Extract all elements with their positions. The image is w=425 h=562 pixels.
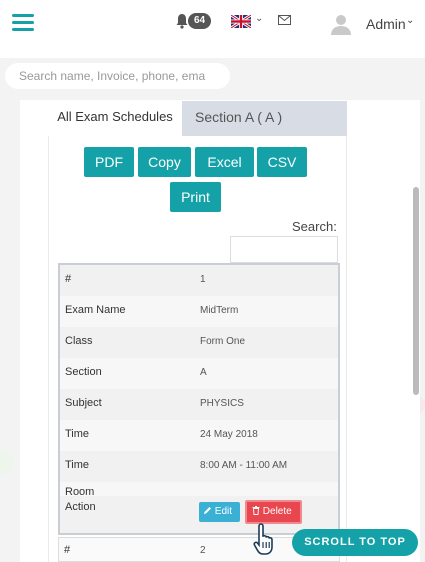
row-key: # — [64, 544, 71, 556]
pencil-icon — [204, 507, 211, 514]
chevron-down-icon[interactable]: ⌄ — [255, 13, 263, 24]
row-key: Room — [65, 486, 95, 496]
notification-badge[interactable]: 64 — [188, 13, 212, 29]
delete-label: Delete — [262, 506, 292, 517]
table-row: Exam Name MidTerm — [60, 296, 338, 327]
table-row: Class Form One — [60, 327, 338, 358]
panel-border — [346, 136, 347, 562]
row-key: Section — [65, 366, 102, 378]
row-value: 24 May 2018 — [200, 429, 258, 440]
copy-button[interactable]: Copy — [138, 147, 191, 177]
table-search-label: Search: — [292, 219, 337, 234]
table-row: Subject PHYSICS — [60, 389, 338, 420]
exam-schedule-record: # 1 Exam Name MidTerm Class Form One Sec… — [58, 263, 340, 535]
row-key: Time — [65, 428, 90, 440]
row-value: Form One — [200, 336, 246, 347]
tab-all-exam-schedules[interactable]: All Exam Schedules — [48, 101, 182, 136]
tab-section-a[interactable]: Section A ( A ) — [182, 101, 347, 136]
row-value: A — [200, 367, 207, 378]
background-decoration — [0, 450, 14, 474]
table-row: Time 8:00 AM - 11:00 AM — [60, 451, 338, 482]
panel-border — [48, 136, 49, 562]
bell-icon[interactable] — [175, 13, 189, 29]
trash-icon — [252, 506, 260, 515]
row-value: PHYSICS — [200, 398, 244, 409]
delete-button[interactable]: Delete — [245, 500, 302, 524]
user-name[interactable]: Admin — [366, 16, 406, 32]
edit-label: Edit — [214, 506, 233, 517]
row-key: Subject — [65, 397, 102, 409]
excel-button[interactable]: Excel — [195, 147, 254, 177]
chevron-down-icon[interactable]: ⌄ — [406, 15, 414, 26]
pointer-hand-icon — [253, 523, 273, 555]
edit-button[interactable]: Edit — [199, 502, 240, 522]
global-search — [5, 63, 230, 89]
table-search-input[interactable] — [230, 236, 338, 263]
row-value: 8:00 AM - 11:00 AM — [200, 460, 288, 471]
pdf-button[interactable]: PDF — [84, 147, 134, 177]
csv-button[interactable]: CSV — [257, 147, 307, 177]
table-row: # 1 — [60, 265, 338, 296]
table-row: Section A — [60, 358, 338, 389]
scrollbar-thumb[interactable] — [413, 187, 419, 395]
mail-icon[interactable] — [278, 15, 291, 25]
row-key: # — [65, 273, 72, 285]
print-button[interactable]: Print — [170, 182, 221, 212]
row-value: MidTerm — [200, 305, 239, 316]
row-key: Time — [65, 459, 90, 471]
uk-flag-icon[interactable] — [231, 15, 251, 28]
search-input[interactable] — [5, 63, 230, 89]
user-avatar-icon[interactable] — [330, 13, 352, 35]
table-row: Time 24 May 2018 — [60, 420, 338, 451]
scroll-to-top-button[interactable]: SCROLL TO TOP — [292, 529, 418, 556]
top-navbar: 64 ⌄ Admin ⌄ — [0, 0, 425, 58]
row-value: 2 — [200, 545, 206, 556]
row-key: Action — [65, 501, 96, 513]
row-key: Exam Name — [65, 304, 126, 316]
menu-icon[interactable] — [12, 14, 34, 32]
row-value: 1 — [200, 274, 206, 285]
table-row: Room — [60, 482, 338, 496]
row-key: Class — [65, 335, 93, 347]
